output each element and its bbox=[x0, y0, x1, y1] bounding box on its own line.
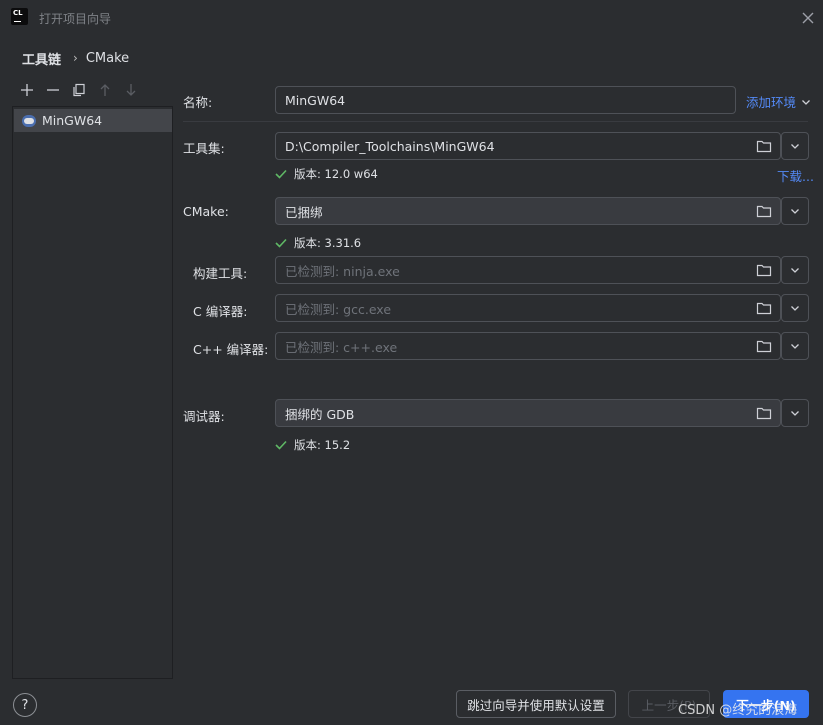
build-tool-dropdown-button[interactable] bbox=[781, 256, 809, 284]
build-tool-label: 构建工具: bbox=[193, 266, 248, 281]
chevron-down-icon bbox=[791, 209, 799, 214]
cpp-compiler-placeholder: 已检测到: c++.exe bbox=[285, 339, 398, 355]
debugger-label: 调试器: bbox=[183, 409, 225, 424]
c-compiler-input[interactable]: 已检测到: gcc.exe bbox=[275, 294, 781, 322]
toolset-version: 版本: 12.0 w64 bbox=[275, 166, 378, 182]
folder-icon[interactable] bbox=[756, 263, 772, 277]
toolchain-toolbar bbox=[14, 80, 144, 100]
cmake-input-value: 已捆绑 bbox=[285, 204, 323, 220]
section-divider bbox=[183, 121, 808, 122]
toolchain-list: MinGW64 bbox=[12, 106, 173, 679]
build-tool-input[interactable]: 已检测到: ninja.exe bbox=[275, 256, 781, 284]
name-label: 名称: bbox=[183, 95, 213, 110]
skip-wizard-button[interactable]: 跳过向导并使用默认设置 bbox=[456, 690, 616, 718]
debugger-input[interactable]: 捆绑的 GDB bbox=[275, 399, 781, 427]
c-compiler-label: C 编译器: bbox=[193, 304, 248, 319]
debugger-version: 版本: 15.2 bbox=[275, 437, 350, 453]
debugger-dropdown-button[interactable] bbox=[781, 399, 809, 427]
toolset-input-value: D:\Compiler_Toolchains\MinGW64 bbox=[285, 138, 495, 154]
breadcrumb: 工具链 › CMake bbox=[22, 49, 130, 68]
debugger-version-text: 版本: 15.2 bbox=[294, 438, 351, 452]
c-compiler-dropdown-button[interactable] bbox=[781, 294, 809, 322]
cmake-dropdown-button[interactable] bbox=[781, 197, 809, 225]
cmake-version-text: 版本: 3.31.6 bbox=[294, 236, 362, 250]
toolchain-item-mingw64[interactable]: MinGW64 bbox=[14, 109, 172, 132]
add-icon[interactable] bbox=[14, 80, 40, 100]
toolset-label: 工具集: bbox=[183, 141, 225, 156]
chevron-down-icon bbox=[802, 99, 810, 105]
help-button[interactable]: ? bbox=[13, 693, 37, 717]
cmake-version: 版本: 3.31.6 bbox=[275, 235, 361, 251]
open-project-wizard-dialog: CL 打开项目向导 工具链 › CMake MinGW64 名称: MinGW6… bbox=[0, 0, 823, 725]
cpp-compiler-input[interactable]: 已检测到: c++.exe bbox=[275, 332, 781, 360]
c-compiler-placeholder: 已检测到: gcc.exe bbox=[285, 301, 392, 317]
move-down-icon[interactable] bbox=[118, 80, 144, 100]
folder-icon[interactable] bbox=[756, 339, 772, 353]
copy-icon[interactable] bbox=[66, 80, 92, 100]
gnu-icon bbox=[22, 114, 36, 127]
folder-icon[interactable] bbox=[756, 139, 772, 153]
toolset-dropdown-button[interactable] bbox=[781, 132, 809, 160]
chevron-down-icon bbox=[791, 344, 799, 349]
debugger-input-value: 捆绑的 GDB bbox=[285, 406, 355, 422]
chevron-down-icon bbox=[791, 144, 799, 149]
previous-button[interactable]: 上一步(P) bbox=[628, 690, 710, 718]
name-input[interactable]: MinGW64 bbox=[275, 86, 736, 114]
add-environment-link[interactable]: 添加环境 bbox=[746, 92, 812, 111]
folder-icon[interactable] bbox=[756, 406, 772, 420]
add-environment-label: 添加环境 bbox=[746, 95, 797, 110]
download-link[interactable]: 下载... bbox=[777, 166, 814, 185]
checkmark-icon bbox=[275, 169, 287, 179]
clion-logo-icon: CL bbox=[11, 8, 28, 25]
chevron-down-icon bbox=[791, 268, 799, 273]
close-icon[interactable] bbox=[798, 8, 818, 28]
toolset-version-text: 版本: 12.0 w64 bbox=[294, 167, 378, 181]
folder-icon[interactable] bbox=[756, 204, 772, 218]
name-input-value: MinGW64 bbox=[285, 92, 346, 108]
checkmark-icon bbox=[275, 440, 287, 450]
cpp-compiler-label: C++ 编译器: bbox=[193, 342, 269, 357]
cmake-label: CMake: bbox=[183, 204, 229, 219]
cpp-compiler-dropdown-button[interactable] bbox=[781, 332, 809, 360]
remove-icon[interactable] bbox=[40, 80, 66, 100]
breadcrumb-cmake: CMake bbox=[85, 50, 130, 66]
window-title: 打开项目向导 bbox=[39, 12, 112, 26]
chevron-down-icon bbox=[791, 411, 799, 416]
folder-icon[interactable] bbox=[756, 301, 772, 315]
breadcrumb-separator: › bbox=[73, 51, 78, 65]
breadcrumb-toolchains[interactable]: 工具链 bbox=[22, 49, 61, 68]
build-tool-placeholder: 已检测到: ninja.exe bbox=[285, 263, 400, 279]
toolset-input[interactable]: D:\Compiler_Toolchains\MinGW64 bbox=[275, 132, 781, 160]
move-up-icon[interactable] bbox=[92, 80, 118, 100]
title-bar: CL 打开项目向导 bbox=[0, 0, 823, 36]
next-button[interactable]: 下一步(N) bbox=[723, 690, 809, 718]
toolchain-item-label: MinGW64 bbox=[42, 113, 103, 128]
cmake-input[interactable]: 已捆绑 bbox=[275, 197, 781, 225]
checkmark-icon bbox=[275, 238, 287, 248]
chevron-down-icon bbox=[791, 306, 799, 311]
